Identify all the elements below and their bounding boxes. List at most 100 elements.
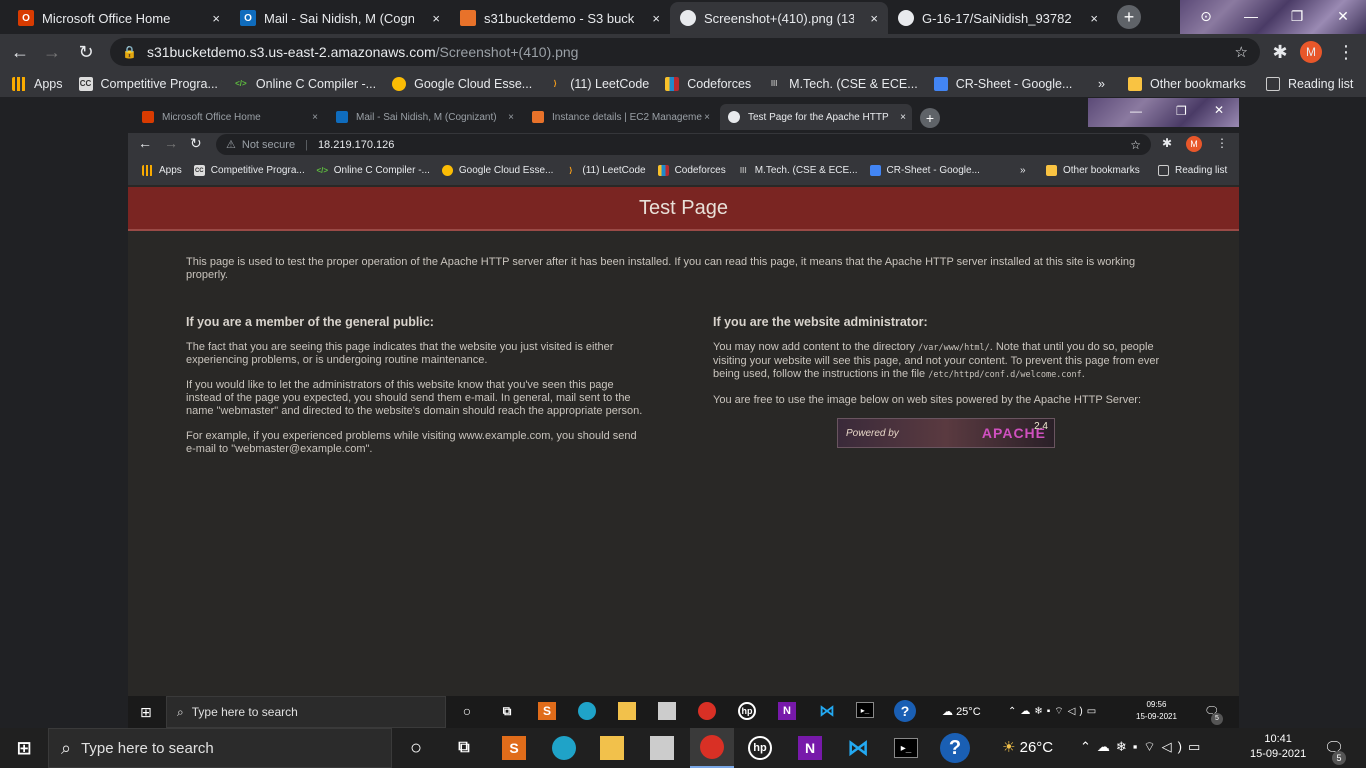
sublime-icon[interactable]: S: [502, 736, 526, 760]
cc-icon: CC: [78, 76, 93, 91]
weather-widget[interactable]: ☀ 26°C: [1002, 738, 1053, 756]
weather-temp: 26°C: [1019, 739, 1054, 756]
office-icon: O: [18, 10, 34, 26]
bookmark-mtech: III M.Tech. (CSE & ECE...: [738, 165, 858, 176]
close-icon[interactable]: ×: [870, 11, 878, 26]
bookmark-label: Google Cloud Esse...: [458, 165, 554, 176]
tab-title: Microsoft Office Home: [42, 10, 171, 26]
bookmark-gcloud[interactable]: Google Cloud Esse...: [392, 76, 532, 91]
tab-title: Instance details | EC2 Manageme: [552, 111, 702, 123]
back-icon[interactable]: ←: [8, 40, 32, 64]
bookmark-apps[interactable]: Apps: [12, 76, 63, 91]
close-icon[interactable]: ×: [432, 11, 440, 26]
store-icon[interactable]: [650, 736, 674, 760]
star-icon[interactable]: ☆: [1235, 43, 1248, 61]
bookmarks-overflow[interactable]: »: [1098, 77, 1105, 91]
minimize-icon[interactable]: —: [1228, 0, 1274, 32]
admin-column: If you are the website administrator: Yo…: [713, 316, 1173, 419]
tab-search-icon[interactable]: ⊙: [1186, 0, 1226, 32]
public-p2: If you would like to let the administrat…: [186, 379, 643, 417]
hp-icon[interactable]: hp: [748, 736, 772, 760]
restore-icon[interactable]: ❐: [1274, 0, 1320, 32]
bookmark-compiler[interactable]: </> Online C Compiler -...: [234, 77, 376, 91]
file-explorer-icon[interactable]: [600, 736, 624, 760]
bookmarks-overflow: »: [1020, 165, 1026, 176]
sun-cloud-icon: ☀: [1002, 739, 1016, 756]
page-header: Test Page: [128, 187, 1239, 231]
outer-tab-s3[interactable]: s31bucketdemo - S3 bucket ×: [450, 2, 670, 34]
weather-temp: 25°C: [956, 706, 981, 718]
reading-list[interactable]: Reading list: [1266, 76, 1353, 91]
bookmark-leetcode[interactable]: ⟩ (11) LeetCode: [548, 77, 649, 91]
close-icon[interactable]: ×: [1090, 11, 1098, 26]
s3-icon: [460, 10, 476, 26]
cc-icon: CC: [193, 165, 205, 176]
clock-date: 15-09-2021: [1136, 712, 1177, 721]
chrome-icon: [698, 702, 716, 720]
warning-icon: ⚠: [226, 139, 236, 151]
edge-icon[interactable]: [552, 736, 576, 760]
new-tab-button[interactable]: +: [1117, 5, 1141, 29]
extensions-icon[interactable]: ✱: [1268, 40, 1292, 64]
clock[interactable]: 10:41 15-09-2021: [1250, 732, 1306, 762]
close-icon[interactable]: ×: [652, 11, 660, 26]
notification-count: 5: [1211, 713, 1223, 725]
clock-time: 10:41: [1264, 733, 1292, 745]
globe-icon: [680, 10, 696, 26]
address-bar[interactable]: 🔒 s31bucketdemo.s3.us-east-2.amazonaws.c…: [110, 38, 1260, 66]
forward-icon: →: [164, 135, 178, 151]
sublime-icon: S: [538, 702, 556, 720]
help-icon[interactable]: ?: [940, 733, 970, 763]
menu-icon: ⋮: [1216, 136, 1228, 150]
search-box[interactable]: ⌕ Type here to search: [48, 728, 392, 768]
forward-icon[interactable]: →: [40, 40, 64, 64]
bookmark-label: (11) LeetCode: [570, 76, 650, 91]
outer-tab-github[interactable]: G-16-17/SaiNidish_937828 ×: [888, 2, 1108, 34]
close-icon: ×: [900, 111, 906, 123]
apps-icon: [12, 76, 26, 91]
minimize-icon: —: [1130, 104, 1142, 118]
tab-title: Mail - Sai Nidish, M (Cognizant): [356, 111, 497, 123]
bookmark-crsheet[interactable]: CR-Sheet - Google...: [933, 76, 1072, 91]
outer-tab-screenshot[interactable]: Screenshot+(410).png (1366 ×: [670, 2, 888, 34]
close-window-icon[interactable]: ✕: [1320, 0, 1366, 32]
other-bookmarks[interactable]: Other bookmarks: [1128, 76, 1246, 91]
bookmark-label: Reading list: [1175, 165, 1228, 176]
taskbar: ⊞ ⌕ Type here to search ○ ⧉ S hp N ⋈ ▸_ ?…: [0, 728, 1366, 768]
desktop: O Microsoft Office Home × O Mail - Sai N…: [0, 0, 1366, 768]
reload-icon[interactable]: ↻: [74, 40, 98, 64]
cortana-icon[interactable]: ○: [404, 736, 428, 760]
onenote-icon[interactable]: N: [798, 736, 822, 760]
inner-tab-mail: Mail - Sai Nidish, M (Cognizant) ×: [328, 104, 520, 130]
tab-title: s31bucketdemo - S3 bucket: [484, 10, 634, 26]
outlook-icon: [336, 111, 348, 123]
bookmark-competitive[interactable]: CC Competitive Progra...: [78, 76, 218, 91]
terminal-icon[interactable]: ▸_: [894, 738, 918, 758]
bookmark-mtech[interactable]: III M.Tech. (CSE & ECE...: [767, 77, 918, 91]
outer-toolbar: ← → ↻ 🔒 s31bucketdemo.s3.us-east-2.amazo…: [0, 34, 1366, 70]
search-icon: ⌕: [177, 704, 184, 719]
tab-title: Mail - Sai Nidish, M (Cognizant): [264, 10, 414, 26]
close-icon[interactable]: ×: [212, 11, 220, 26]
bookmark-codeforces[interactable]: Codeforces: [665, 76, 751, 91]
admin-p2: You are free to use the image below on w…: [713, 394, 1142, 406]
github-icon: [898, 10, 914, 26]
outer-tab-mail[interactable]: O Mail - Sai Nidish, M (Cognizant) ×: [230, 2, 450, 34]
system-tray-icons[interactable]: ⌃☁❄▪⌔◁)▭: [1080, 739, 1206, 755]
screenshot-image: Microsoft Office Home × Mail - Sai Nidish…: [128, 98, 1239, 696]
vscode-icon[interactable]: ⋈: [846, 735, 870, 760]
chrome-taskbar-button[interactable]: [690, 728, 734, 768]
outer-tab-office[interactable]: O Microsoft Office Home ×: [8, 2, 230, 34]
office-icon: [142, 111, 154, 123]
onenote-icon: N: [778, 702, 796, 720]
profile-avatar[interactable]: M: [1300, 41, 1322, 63]
search-placeholder: Type here to search: [191, 705, 298, 719]
cloud-icon: ☁: [942, 706, 953, 718]
public-p3: For example, if you experienced problems…: [186, 430, 637, 455]
url-host: s31bucketdemo.s3.us-east-2.amazonaws.com: [146, 44, 436, 60]
chrome-icon: [700, 735, 724, 759]
windows-start-icon[interactable]: ⊞: [14, 738, 34, 758]
task-view-icon[interactable]: ⧉: [452, 736, 476, 760]
reading-list: Reading list: [1158, 165, 1227, 176]
menu-icon[interactable]: ⋮: [1334, 40, 1358, 64]
